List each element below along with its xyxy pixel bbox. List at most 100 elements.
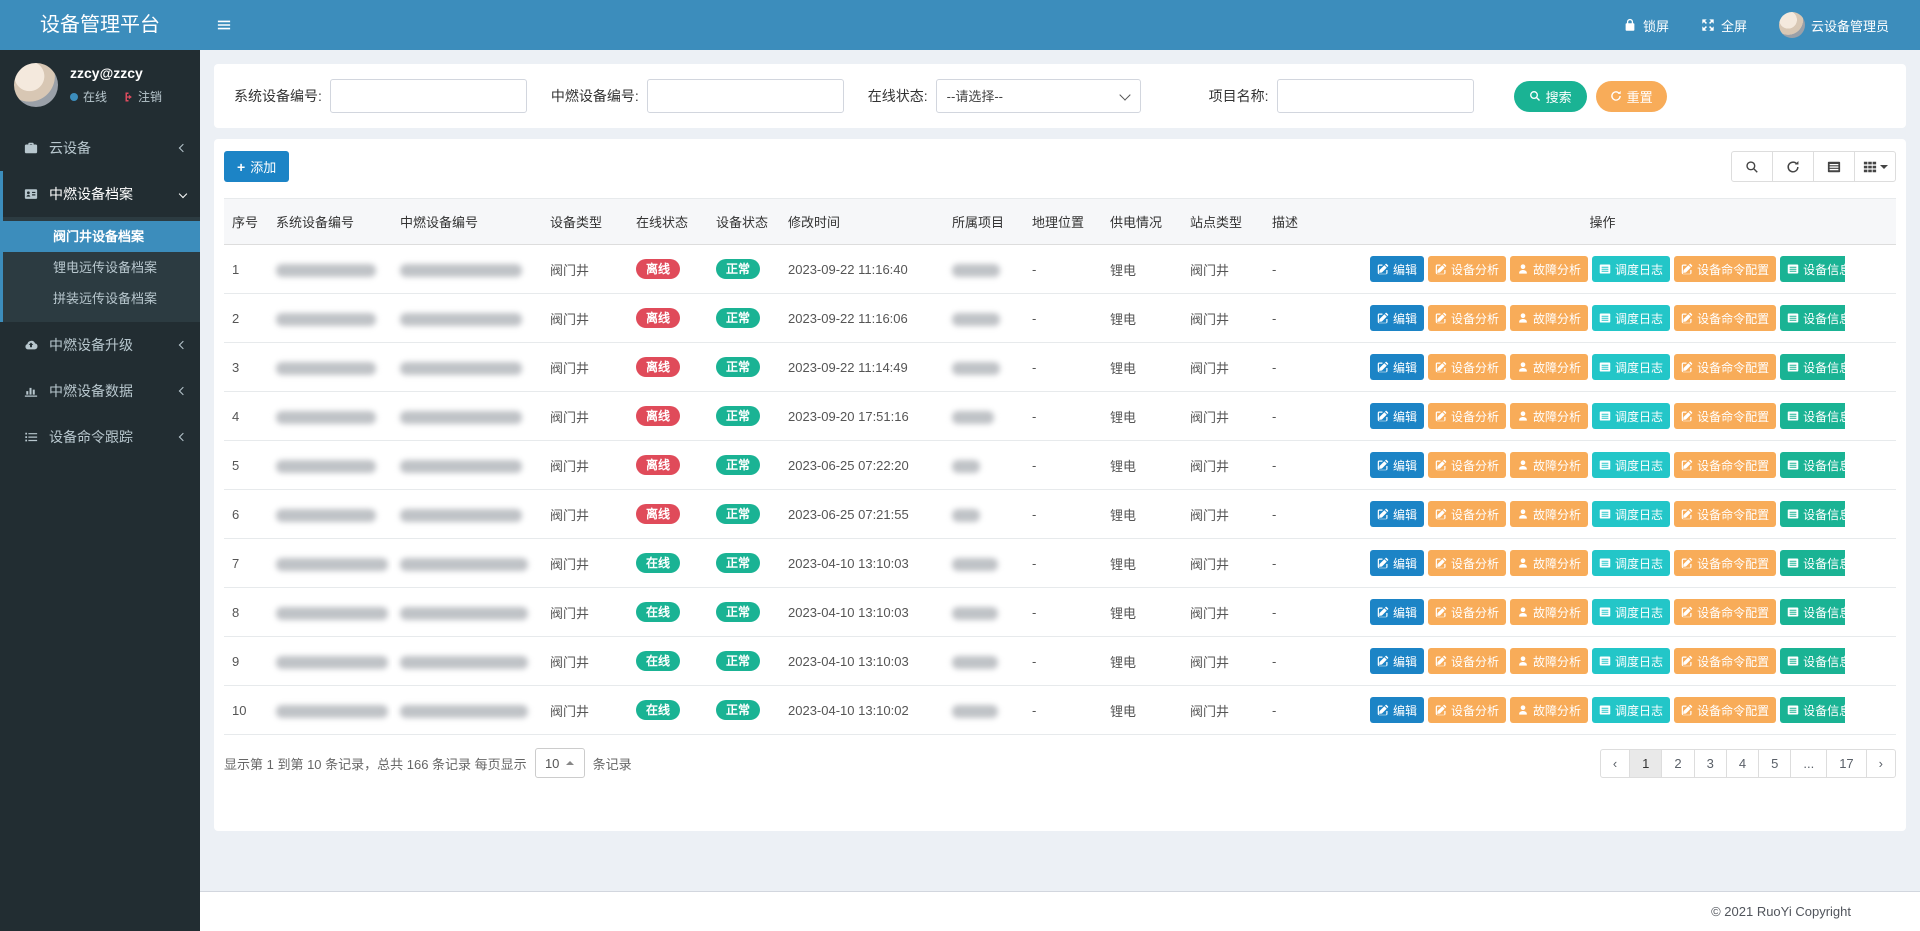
app-logo[interactable]: 设备管理平台 bbox=[0, 0, 200, 50]
add-button[interactable]: + 添加 bbox=[224, 151, 289, 182]
action-device-analysis-button[interactable]: 设备分析 bbox=[1428, 305, 1506, 331]
refresh-table-button[interactable] bbox=[1772, 151, 1814, 182]
page-size-select[interactable]: 10 bbox=[535, 748, 585, 778]
cn-device-no-input[interactable] bbox=[647, 79, 844, 113]
action-device-command-config-button[interactable]: 设备命令配置 bbox=[1674, 403, 1776, 429]
action-dispatch-log-button[interactable]: 调度日志 bbox=[1592, 354, 1670, 380]
logout-link[interactable]: 注销 bbox=[121, 88, 162, 105]
action-device-analysis-button[interactable]: 设备分析 bbox=[1428, 256, 1506, 282]
page-link[interactable]: 1 bbox=[1629, 749, 1662, 778]
lock-screen-button[interactable]: 锁屏 bbox=[1607, 0, 1685, 50]
action-device-command-config-button[interactable]: 设备命令配置 bbox=[1674, 648, 1776, 674]
submenu-link[interactable]: 阀门井设备档案 bbox=[3, 221, 200, 252]
action-fault-analysis-button[interactable]: 故障分析 bbox=[1510, 305, 1588, 331]
action-fault-analysis-button[interactable]: 故障分析 bbox=[1510, 452, 1588, 478]
action-edit-button[interactable]: 编辑 bbox=[1370, 550, 1424, 576]
page-link[interactable]: ... bbox=[1790, 749, 1827, 778]
action-dispatch-log-button[interactable]: 调度日志 bbox=[1592, 452, 1670, 478]
action-fault-analysis-button[interactable]: 故障分析 bbox=[1510, 550, 1588, 576]
action-dispatch-log-button[interactable]: 调度日志 bbox=[1592, 648, 1670, 674]
user-menu-button[interactable]: 云设备管理员 bbox=[1763, 0, 1905, 50]
action-device-command-config-button[interactable]: 设备命令配置 bbox=[1674, 305, 1776, 331]
action-edit-button[interactable]: 编辑 bbox=[1370, 599, 1424, 625]
action-device-command-config-button[interactable]: 设备命令配置 bbox=[1674, 550, 1776, 576]
action-device-analysis-button[interactable]: 设备分析 bbox=[1428, 501, 1506, 527]
action-device-info-button[interactable]: 设备信息 bbox=[1780, 452, 1845, 478]
redacted-text bbox=[952, 558, 998, 571]
action-fault-analysis-button[interactable]: 故障分析 bbox=[1510, 256, 1588, 282]
online-status-link[interactable]: 在线 bbox=[70, 88, 107, 105]
page-link[interactable]: › bbox=[1866, 749, 1896, 778]
action-fault-analysis-button[interactable]: 故障分析 bbox=[1510, 354, 1588, 380]
action-device-info-button[interactable]: 设备信息 bbox=[1780, 599, 1845, 625]
action-device-info-button[interactable]: 设备信息 bbox=[1780, 501, 1845, 527]
action-device-command-config-button[interactable]: 设备命令配置 bbox=[1674, 599, 1776, 625]
project-name-input[interactable] bbox=[1277, 79, 1474, 113]
sidebar-link[interactable]: 中燃设备档案 bbox=[3, 171, 200, 217]
search-button[interactable]: 搜索 bbox=[1514, 81, 1587, 112]
online-status-select[interactable]: --请选择-- bbox=[936, 79, 1141, 113]
action-dispatch-log-button[interactable]: 调度日志 bbox=[1592, 599, 1670, 625]
card-view-toggle-button[interactable] bbox=[1813, 151, 1855, 182]
sidebar-link[interactable]: 云设备 bbox=[0, 125, 200, 171]
redacted-text bbox=[400, 656, 528, 669]
submenu-link[interactable]: 锂电远传设备档案 bbox=[3, 252, 200, 283]
page-link[interactable]: 4 bbox=[1726, 749, 1759, 778]
action-edit-button[interactable]: 编辑 bbox=[1370, 403, 1424, 429]
columns-dropdown-button[interactable] bbox=[1854, 151, 1896, 182]
sidebar-toggle-button[interactable] bbox=[200, 0, 248, 50]
action-edit-button[interactable]: 编辑 bbox=[1370, 648, 1424, 674]
action-fault-analysis-button[interactable]: 故障分析 bbox=[1510, 599, 1588, 625]
action-device-info-button[interactable]: 设备信息 bbox=[1780, 697, 1845, 723]
submenu-link[interactable]: 拼装远传设备档案 bbox=[3, 283, 200, 314]
list-fill-icon bbox=[1787, 458, 1799, 472]
page-link[interactable]: 5 bbox=[1758, 749, 1791, 778]
action-edit-button[interactable]: 编辑 bbox=[1370, 305, 1424, 331]
action-device-command-config-button[interactable]: 设备命令配置 bbox=[1674, 501, 1776, 527]
action-fault-analysis-button[interactable]: 故障分析 bbox=[1510, 403, 1588, 429]
sidebar-link[interactable]: 中燃设备数据 bbox=[0, 368, 200, 414]
action-device-analysis-button[interactable]: 设备分析 bbox=[1428, 599, 1506, 625]
action-dispatch-log-button[interactable]: 调度日志 bbox=[1592, 256, 1670, 282]
action-device-analysis-button[interactable]: 设备分析 bbox=[1428, 550, 1506, 576]
action-fault-analysis-button[interactable]: 故障分析 bbox=[1510, 501, 1588, 527]
fullscreen-button[interactable]: 全屏 bbox=[1685, 0, 1763, 50]
reset-button[interactable]: 重置 bbox=[1596, 81, 1667, 112]
action-edit-button[interactable]: 编辑 bbox=[1370, 354, 1424, 380]
page-link[interactable]: 2 bbox=[1661, 749, 1694, 778]
action-device-analysis-button[interactable]: 设备分析 bbox=[1428, 648, 1506, 674]
action-device-info-button[interactable]: 设备信息 bbox=[1780, 403, 1845, 429]
sidebar-link[interactable]: 设备命令跟踪 bbox=[0, 414, 200, 460]
sys-device-no-input[interactable] bbox=[330, 79, 527, 113]
action-edit-button[interactable]: 编辑 bbox=[1370, 697, 1424, 723]
action-dispatch-log-button[interactable]: 调度日志 bbox=[1592, 501, 1670, 527]
action-device-analysis-button[interactable]: 设备分析 bbox=[1428, 697, 1506, 723]
lock-icon bbox=[1623, 18, 1637, 32]
page-link[interactable]: 17 bbox=[1826, 749, 1866, 778]
action-device-info-button[interactable]: 设备信息 bbox=[1780, 305, 1845, 331]
action-device-info-button[interactable]: 设备信息 bbox=[1780, 550, 1845, 576]
page-link[interactable]: ‹ bbox=[1600, 749, 1630, 778]
action-dispatch-log-button[interactable]: 调度日志 bbox=[1592, 403, 1670, 429]
action-dispatch-log-button[interactable]: 调度日志 bbox=[1592, 550, 1670, 576]
action-device-analysis-button[interactable]: 设备分析 bbox=[1428, 403, 1506, 429]
action-device-command-config-button[interactable]: 设备命令配置 bbox=[1674, 452, 1776, 478]
page-link[interactable]: 3 bbox=[1694, 749, 1727, 778]
action-edit-button[interactable]: 编辑 bbox=[1370, 452, 1424, 478]
action-device-info-button[interactable]: 设备信息 bbox=[1780, 256, 1845, 282]
action-device-info-button[interactable]: 设备信息 bbox=[1780, 648, 1845, 674]
action-edit-button[interactable]: 编辑 bbox=[1370, 256, 1424, 282]
action-dispatch-log-button[interactable]: 调度日志 bbox=[1592, 697, 1670, 723]
action-device-command-config-button[interactable]: 设备命令配置 bbox=[1674, 256, 1776, 282]
action-edit-button[interactable]: 编辑 bbox=[1370, 501, 1424, 527]
sidebar-link[interactable]: 中燃设备升级 bbox=[0, 322, 200, 368]
action-device-info-button[interactable]: 设备信息 bbox=[1780, 354, 1845, 380]
action-fault-analysis-button[interactable]: 故障分析 bbox=[1510, 648, 1588, 674]
action-device-analysis-button[interactable]: 设备分析 bbox=[1428, 452, 1506, 478]
action-device-command-config-button[interactable]: 设备命令配置 bbox=[1674, 697, 1776, 723]
action-fault-analysis-button[interactable]: 故障分析 bbox=[1510, 697, 1588, 723]
action-dispatch-log-button[interactable]: 调度日志 bbox=[1592, 305, 1670, 331]
action-device-command-config-button[interactable]: 设备命令配置 bbox=[1674, 354, 1776, 380]
action-device-analysis-button[interactable]: 设备分析 bbox=[1428, 354, 1506, 380]
show-search-toggle-button[interactable] bbox=[1731, 151, 1773, 182]
